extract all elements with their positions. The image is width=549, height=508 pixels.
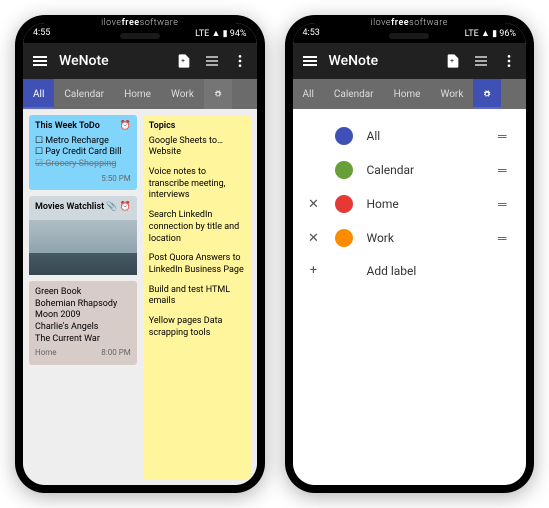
note-topics[interactable]: Topics Google Sheets to… Website Voice n… [143, 115, 251, 479]
overflow-icon[interactable] [231, 52, 249, 70]
label-row-work[interactable]: ✕ Work ═ [293, 221, 527, 255]
app-bar: WeNote [293, 43, 527, 79]
alarm-icon: ⏰ [120, 121, 131, 133]
phone-right: ilovefreesoftware 4:53 LTE ▲ ▮ 96% WeNot… [285, 15, 535, 493]
list-icon[interactable] [472, 52, 490, 70]
status-icons: LTE ▲ ▮ 96% [465, 28, 516, 39]
delete-icon[interactable]: ✕ [307, 197, 321, 212]
drag-handle-icon[interactable]: ═ [498, 231, 512, 245]
list-icon[interactable] [203, 52, 221, 70]
new-note-icon[interactable] [444, 52, 462, 70]
tab-settings[interactable] [204, 79, 232, 109]
clock: 4:55 [33, 28, 50, 38]
clock: 4:53 [303, 28, 320, 38]
tab-bar: All Calendar Home Work [23, 79, 257, 109]
app-title: WeNote [329, 53, 435, 69]
tab-all[interactable]: All [23, 79, 54, 109]
status-icons: LTE ▲ ▮ 94% [195, 28, 246, 39]
color-dot [335, 229, 353, 247]
color-dot [335, 127, 353, 145]
phone-left: ilovefreesoftware 4:55 LTE ▲ ▮ 94% WeNot… [15, 15, 265, 493]
menu-icon[interactable] [31, 52, 49, 70]
label-row-all[interactable]: All ═ [293, 119, 527, 153]
tab-settings[interactable] [473, 79, 501, 109]
new-note-icon[interactable] [175, 52, 193, 70]
drag-handle-icon[interactable]: ═ [498, 129, 512, 143]
tab-calendar[interactable]: Calendar [324, 79, 384, 109]
label-row-calendar[interactable]: Calendar ═ [293, 153, 527, 187]
tab-calendar[interactable]: Calendar [54, 79, 114, 109]
drag-handle-icon[interactable]: ═ [498, 163, 512, 177]
overflow-icon[interactable] [500, 52, 518, 70]
tab-home[interactable]: Home [114, 79, 161, 109]
plus-icon: + [307, 263, 321, 278]
attachment-alarm-icon: 📎 ⏰ [106, 202, 131, 214]
note-movies-body[interactable]: Green Book Bohemian Rhapsody Moon 2009 C… [29, 281, 137, 365]
color-dot [335, 195, 353, 213]
watermark: ilovefreesoftware [101, 18, 178, 28]
tab-all[interactable]: All [293, 79, 324, 109]
delete-icon[interactable]: ✕ [307, 231, 321, 246]
notes-content: This Week ToDo⏰ ☐ Metro Recharge ☐ Pay C… [23, 109, 257, 485]
color-dot [335, 161, 353, 179]
note-movies[interactable]: Movies Watchlist📎 ⏰ [29, 196, 137, 275]
label-row-home[interactable]: ✕ Home ═ [293, 187, 527, 221]
note-todo[interactable]: This Week ToDo⏰ ☐ Metro Recharge ☐ Pay C… [29, 115, 137, 190]
watermark: ilovefreesoftware [371, 18, 448, 28]
tab-work[interactable]: Work [431, 79, 474, 109]
note-image [29, 220, 137, 275]
tab-work[interactable]: Work [161, 79, 204, 109]
add-label-row[interactable]: + Add label [293, 255, 527, 286]
drag-handle-icon[interactable]: ═ [498, 197, 512, 211]
app-bar: WeNote [23, 43, 257, 79]
tab-bar: All Calendar Home Work [293, 79, 527, 109]
menu-icon[interactable] [301, 52, 319, 70]
tab-home[interactable]: Home [384, 79, 431, 109]
labels-content: All ═ Calendar ═ ✕ Home ═ ✕ Work ═ [293, 109, 527, 485]
app-title: WeNote [59, 53, 165, 69]
